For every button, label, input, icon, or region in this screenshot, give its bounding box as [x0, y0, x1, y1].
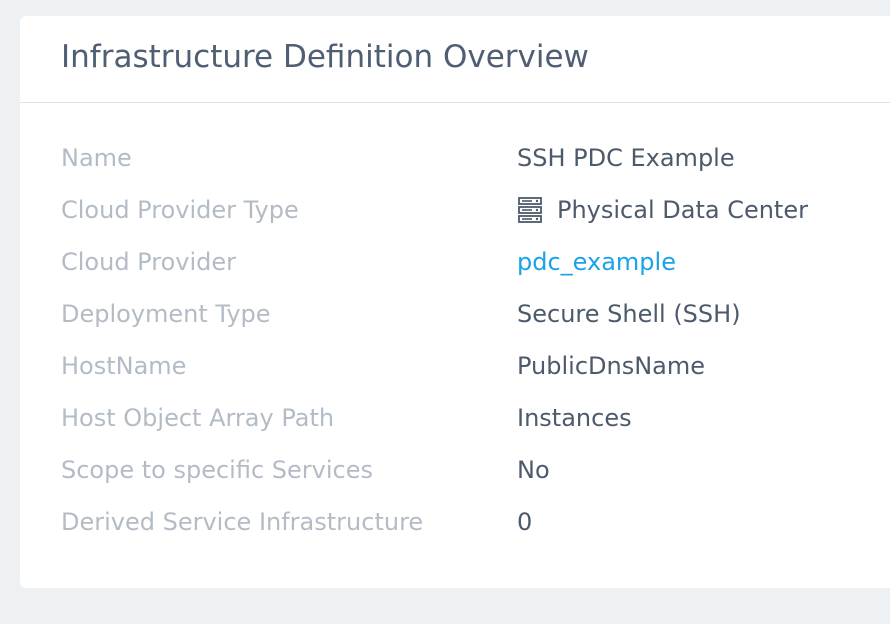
detail-row-cloud-provider-type: Cloud Provider Type Physical Data Center	[61, 188, 881, 240]
detail-value: Instances	[517, 404, 632, 432]
detail-label: HostName	[61, 352, 187, 380]
details-list: Name SSH PDC Example Cloud Provider Type…	[61, 136, 881, 552]
detail-label: Scope to specific Services	[61, 456, 373, 484]
detail-label: Derived Service Infrastructure	[61, 508, 424, 536]
detail-label: Cloud Provider Type	[61, 196, 299, 224]
server-icon	[518, 197, 542, 223]
detail-row-hostname: HostName PublicDnsName	[61, 344, 881, 396]
card-header: Infrastructure Definition Overview	[20, 16, 890, 103]
detail-value-with-icon: Physical Data Center	[517, 196, 808, 224]
detail-row-cloud-provider: Cloud Provider pdc_example	[61, 240, 881, 292]
detail-value: No	[517, 456, 550, 484]
detail-label: Deployment Type	[61, 300, 271, 328]
infrastructure-overview-card: Infrastructure Definition Overview Name …	[20, 16, 890, 588]
detail-value: 0	[517, 508, 533, 536]
page-title: Infrastructure Definition Overview	[61, 39, 589, 75]
detail-row-name: Name SSH PDC Example	[61, 136, 881, 188]
detail-value: SSH PDC Example	[517, 144, 735, 172]
detail-value: Secure Shell (SSH)	[517, 300, 741, 328]
detail-row-scope-to-services: Scope to specific Services No	[61, 448, 881, 500]
detail-row-derived-service-infrastructure: Derived Service Infrastructure 0	[61, 500, 881, 552]
detail-label: Host Object Array Path	[61, 404, 335, 432]
detail-row-deployment-type: Deployment Type Secure Shell (SSH)	[61, 292, 881, 344]
cloud-provider-link[interactable]: pdc_example	[517, 248, 676, 276]
detail-label: Name	[61, 144, 132, 172]
detail-value: Physical Data Center	[557, 196, 808, 224]
detail-row-host-object-array-path: Host Object Array Path Instances	[61, 396, 881, 448]
detail-value: PublicDnsName	[517, 352, 706, 380]
detail-label: Cloud Provider	[61, 248, 236, 276]
